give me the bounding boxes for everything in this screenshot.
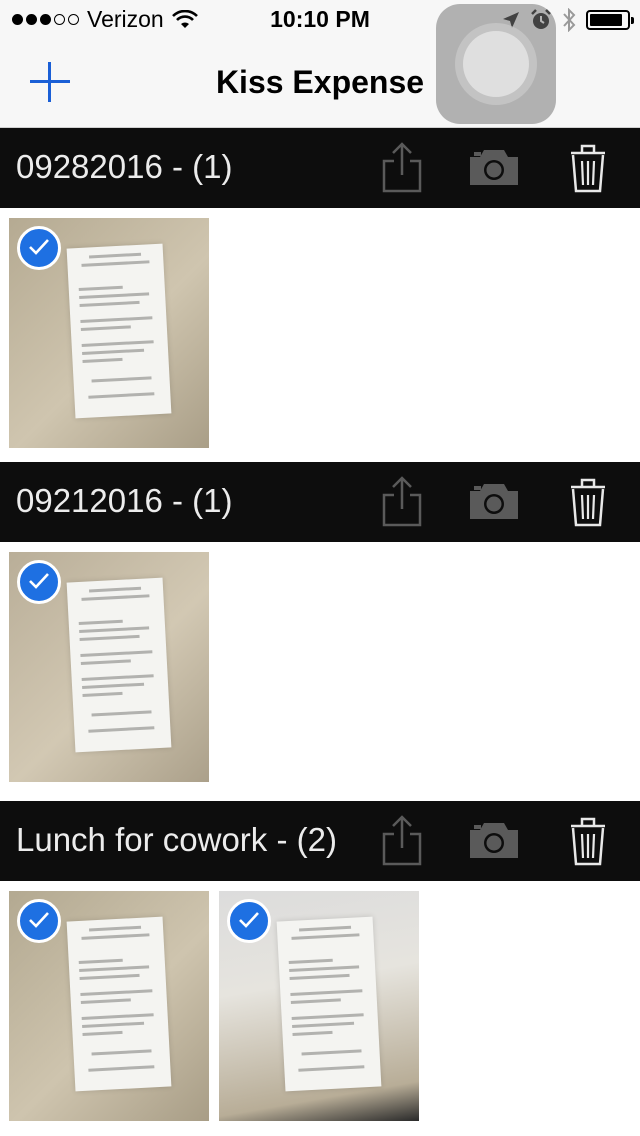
share-icon[interactable] [376, 141, 428, 193]
section-header[interactable]: 09212016 - (1) [0, 462, 640, 542]
receipt-text-line [81, 340, 154, 347]
photo-grid [0, 208, 640, 460]
receipt-text-line [80, 650, 153, 658]
receipt-text-line [80, 989, 153, 997]
trash-icon[interactable] [562, 814, 614, 866]
receipt-text-line [78, 285, 123, 292]
receipt-text-line [290, 989, 363, 997]
expense-section: 09282016 - (1) [0, 128, 640, 460]
receipt-text-line [298, 1065, 365, 1072]
receipt-text-line [81, 260, 150, 267]
section-title: Lunch for cowork - (2) [16, 821, 337, 858]
receipt-text-line [89, 925, 142, 932]
receipt-text-line [82, 357, 123, 363]
receipt-text-line [82, 1030, 123, 1036]
share-icon[interactable] [376, 814, 428, 866]
receipt-text-line [91, 1049, 152, 1056]
section-title: 09282016 - (1) [16, 148, 233, 185]
receipt-text-line [91, 376, 152, 383]
photo-grid [0, 542, 640, 794]
receipt-text-line [79, 965, 150, 973]
receipt-text-line [299, 925, 352, 932]
receipt-text-line [80, 316, 153, 324]
receipt-text-line [88, 726, 155, 733]
camera-icon[interactable] [468, 814, 520, 866]
receipt-paper [66, 243, 172, 419]
receipt-text-line [81, 933, 150, 940]
camera-icon[interactable] [468, 475, 520, 527]
receipt-thumbnail[interactable] [9, 552, 209, 782]
assistive-touch-center [463, 31, 529, 97]
receipt-text-line [79, 292, 150, 300]
receipt-text-line [82, 1021, 145, 1028]
checkmark-icon[interactable] [17, 899, 61, 943]
receipt-text-line [89, 586, 142, 593]
receipt-text-line [79, 973, 140, 981]
receipt-text-line [88, 392, 155, 399]
receipt-text-line [79, 626, 150, 634]
receipt-text-line [292, 1021, 355, 1028]
camera-icon[interactable] [468, 141, 520, 193]
share-icon[interactable] [376, 475, 428, 527]
receipt-paper [66, 916, 172, 1092]
receipt-text-line [82, 691, 123, 697]
receipt-thumbnail[interactable] [9, 891, 209, 1121]
expense-section: 09212016 - (1) [0, 462, 640, 794]
section-title: 09212016 - (1) [16, 482, 233, 519]
receipt-text-line [79, 300, 140, 308]
receipt-text-line [78, 619, 123, 626]
checkmark-icon[interactable] [17, 560, 61, 604]
battery-icon [586, 10, 634, 30]
bluetooth-icon [563, 8, 576, 32]
receipt-text-line [290, 998, 341, 1004]
receipt-text-line [80, 659, 131, 665]
receipt-text-line [301, 1049, 362, 1056]
section-header[interactable]: 09282016 - (1) [0, 128, 640, 208]
receipt-text-line [78, 958, 123, 965]
assistive-touch-button[interactable] [436, 4, 556, 124]
receipt-text-line [81, 674, 154, 681]
receipt-text-line [291, 1013, 364, 1020]
checkmark-icon[interactable] [17, 226, 61, 270]
receipt-text-line [82, 682, 145, 689]
receipt-text-line [289, 965, 360, 973]
trash-icon[interactable] [562, 141, 614, 193]
photo-grid [0, 881, 640, 1133]
receipt-text-line [91, 710, 152, 717]
receipt-text-line [288, 958, 333, 965]
expense-section: Lunch for cowork - (2) [0, 801, 640, 1133]
receipt-text-line [81, 1013, 154, 1020]
trash-icon[interactable] [562, 475, 614, 527]
receipt-text-line [289, 973, 350, 981]
receipt-text-line [82, 348, 145, 355]
receipt-text-line [88, 1065, 155, 1072]
section-header[interactable]: Lunch for cowork - (2) [0, 801, 640, 881]
receipt-text-line [291, 933, 360, 940]
battery-fill [590, 14, 623, 26]
receipt-text-line [81, 594, 150, 601]
receipt-text-line [80, 325, 131, 331]
receipt-text-line [80, 998, 131, 1004]
receipt-text-line [292, 1030, 333, 1036]
checkmark-icon[interactable] [227, 899, 271, 943]
receipt-paper [276, 916, 382, 1092]
receipt-thumbnail[interactable] [9, 218, 209, 448]
receipt-text-line [89, 252, 142, 259]
receipt-text-line [79, 634, 140, 642]
receipt-thumbnail[interactable] [219, 891, 419, 1121]
receipt-paper [66, 577, 172, 753]
